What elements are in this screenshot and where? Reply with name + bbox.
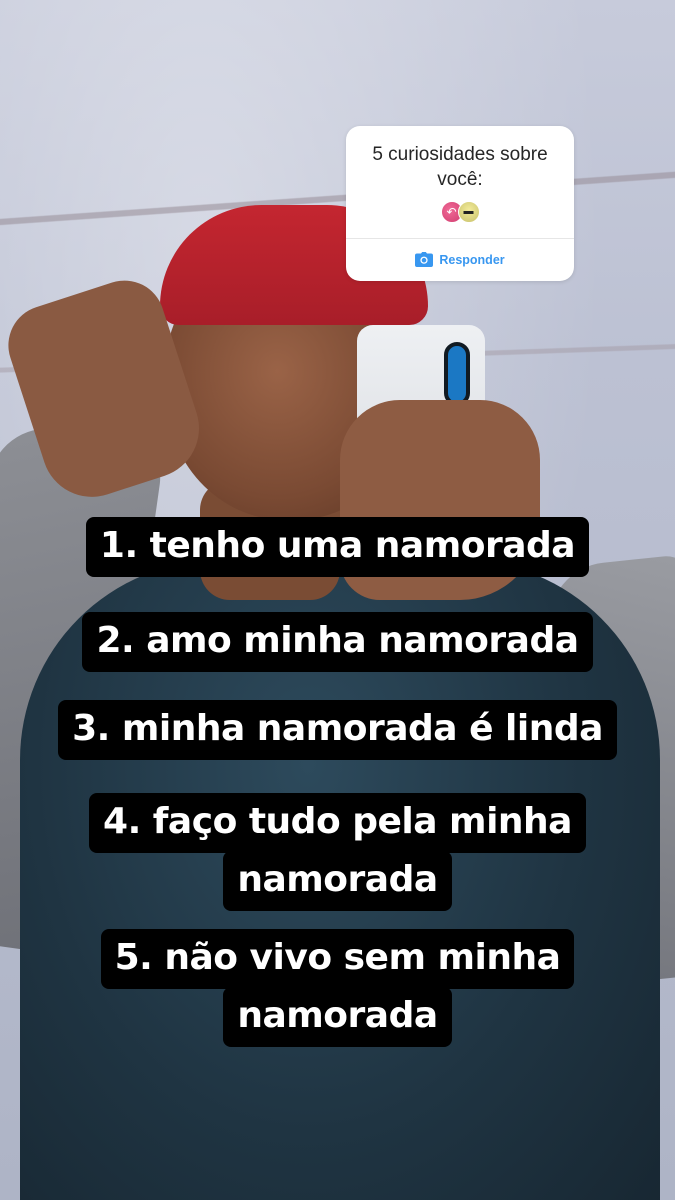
- caption-1[interactable]: 1. tenho uma namorada: [0, 517, 675, 577]
- caption-line: 2. amo minha namorada: [82, 612, 593, 672]
- caption-3[interactable]: 3. minha namorada é linda: [0, 700, 675, 760]
- caption-line: 1. tenho uma namorada: [85, 517, 590, 577]
- reply-button[interactable]: Responder: [346, 238, 574, 281]
- phone-camera-module: [444, 342, 470, 406]
- sticker-question-text: 5 curiosidades sobre você:: [372, 144, 548, 190]
- question-sticker[interactable]: 5 curiosidades sobre você: ↶ ▬ Responder: [346, 126, 574, 281]
- sunglasses-face-icon: ▬: [457, 201, 480, 223]
- caption-5[interactable]: 5. não vivo sem minha namorada: [0, 929, 675, 1047]
- camera-icon: [415, 252, 434, 267]
- caption-line: 5. não vivo sem minha: [100, 929, 575, 989]
- reply-label: Responder: [439, 252, 505, 267]
- caption-2[interactable]: 2. amo minha namorada: [0, 612, 675, 672]
- caption-4[interactable]: 4. faço tudo pela minha namorada: [0, 793, 675, 911]
- caption-line: namorada: [223, 987, 452, 1047]
- caption-line: namorada: [223, 851, 452, 911]
- caption-line: 3. minha namorada é linda: [58, 700, 617, 760]
- sticker-avatars: ↶ ▬: [346, 201, 574, 225]
- caption-line: 4. faço tudo pela minha: [89, 793, 586, 853]
- story-canvas[interactable]: 5 curiosidades sobre você: ↶ ▬ Responder…: [0, 0, 675, 1200]
